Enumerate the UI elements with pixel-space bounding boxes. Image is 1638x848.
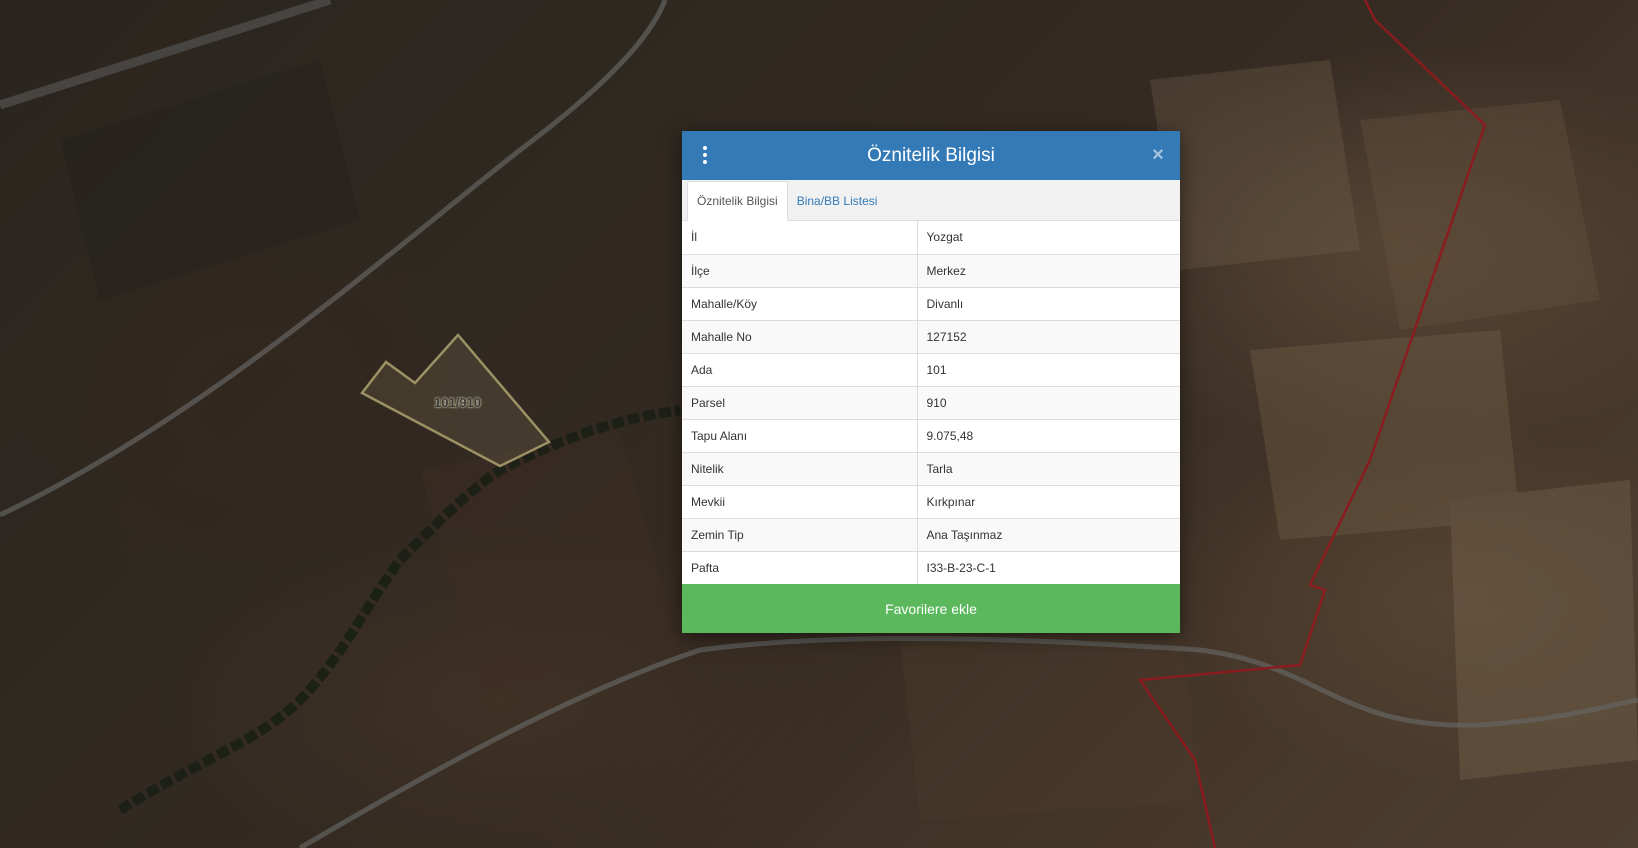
table-row: Pafta I33-B-23-C-1: [682, 551, 1180, 584]
row-key: Tapu Alanı: [682, 419, 918, 453]
tab-building-list[interactable]: Bina/BB Listesi: [788, 182, 887, 220]
row-value: Merkez: [917, 254, 1180, 288]
table-row: İl Yozgat: [682, 221, 1180, 255]
table-row: Mahalle No 127152: [682, 320, 1180, 354]
vertical-dots-icon[interactable]: [696, 143, 714, 167]
attribute-table: İl Yozgat İlçe Merkez Mahalle/Köy Divanlı M…: [682, 221, 1180, 584]
row-value: Tarla: [917, 452, 1180, 486]
modal-tabs: Öznitelik Bilgisi Bina/BB Listesi: [682, 180, 1180, 221]
modal-header: Öznitelik Bilgisi ×: [682, 131, 1180, 180]
table-row: Nitelik Tarla: [682, 452, 1180, 486]
row-key: Zemin Tip: [682, 518, 918, 552]
table-row: İlçe Merkez: [682, 254, 1180, 288]
table-row: Parsel 910: [682, 386, 1180, 420]
table-row: Mahalle/Köy Divanlı: [682, 287, 1180, 321]
row-key: Ada: [682, 353, 918, 387]
row-value: Ana Taşınmaz: [917, 518, 1180, 552]
modal-title: Öznitelik Bilgisi: [867, 144, 995, 166]
row-key: Nitelik: [682, 452, 918, 486]
close-icon[interactable]: ×: [1148, 144, 1168, 166]
attribute-info-modal: Öznitelik Bilgisi × Öznitelik Bilgisi Bi…: [682, 131, 1180, 633]
parcel-label: 101/910: [434, 395, 481, 410]
row-value: 101: [917, 353, 1180, 387]
row-key: İlçe: [682, 254, 918, 288]
row-value: 9.075,48: [917, 419, 1180, 453]
table-row: Tapu Alanı 9.075,48: [682, 419, 1180, 453]
row-key: İl: [682, 221, 918, 255]
row-key: Parsel: [682, 386, 918, 420]
table-row: Zemin Tip Ana Taşınmaz: [682, 518, 1180, 552]
row-value: Divanlı: [917, 287, 1180, 321]
table-row: Ada 101: [682, 353, 1180, 387]
row-value: 127152: [917, 320, 1180, 354]
row-key: Mahalle/Köy: [682, 287, 918, 321]
row-value: I33-B-23-C-1: [926, 560, 996, 575]
row-key: Pafta: [682, 551, 918, 584]
row-value: Yozgat: [917, 221, 1180, 255]
add-to-favorites-button[interactable]: Favorilere ekle: [682, 584, 1180, 633]
row-key: Mevkii: [682, 485, 918, 519]
table-row: Mevkii Kırkpınar: [682, 485, 1180, 519]
tab-attribute-info[interactable]: Öznitelik Bilgisi: [687, 181, 788, 221]
row-value: 910: [917, 386, 1180, 420]
row-key: Mahalle No: [682, 320, 918, 354]
row-value: Kırkpınar: [917, 485, 1180, 519]
